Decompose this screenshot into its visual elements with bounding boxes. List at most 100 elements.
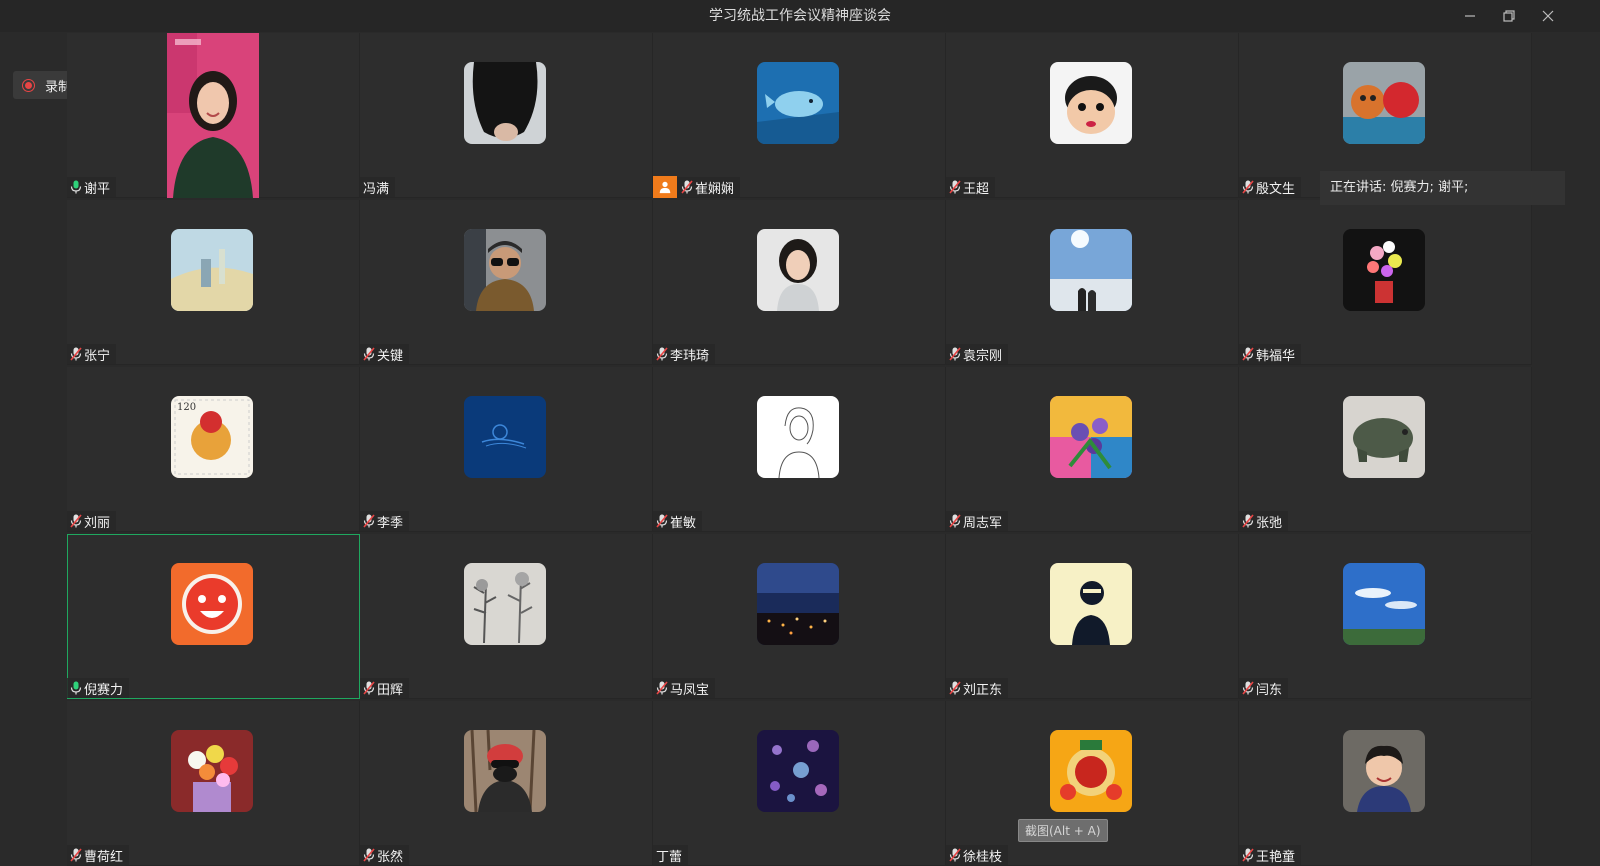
participant-tile[interactable]: 倪赛力	[67, 534, 360, 699]
participant-name: 张然	[377, 849, 404, 865]
speaking-indicator: 正在讲话: 倪赛力; 谢平;	[1320, 171, 1565, 205]
participant-tile[interactable]: 李季	[360, 367, 653, 532]
raise-hand-icon[interactable]	[653, 176, 677, 198]
participant-name: 闫东	[1256, 682, 1283, 698]
participant-nametag: 殷文生	[1239, 177, 1302, 197]
participant-nametag: 李玮琦	[653, 344, 716, 364]
close-icon	[1542, 10, 1554, 22]
participant-name: 徐桂枝	[963, 849, 1003, 865]
participant-nametag: 刘丽	[67, 511, 117, 531]
participant-tile[interactable]: 张弛	[1239, 367, 1532, 532]
participant-name: 冯满	[363, 181, 390, 197]
participant-avatar	[1050, 229, 1132, 311]
title-bar: 学习统战工作会议精神座谈会	[0, 0, 1600, 32]
participant-tile[interactable]: 田辉	[360, 534, 653, 699]
participant-tile[interactable]: 马凤宝	[653, 534, 946, 699]
mic-muted-icon	[949, 180, 961, 194]
participant-name: 张宁	[84, 348, 111, 364]
participant-nametag: 崔娴娴	[653, 176, 741, 198]
restore-icon	[1503, 10, 1515, 22]
participant-nametag: 马凤宝	[653, 678, 716, 698]
participant-avatar	[464, 563, 546, 645]
participant-nametag: 王超	[946, 177, 996, 197]
participant-nametag: 张宁	[67, 344, 117, 364]
participant-tile[interactable]: 曹荷红	[67, 701, 360, 866]
participant-nametag: 王艳童	[1239, 845, 1302, 865]
participant-tile[interactable]: 刘正东	[946, 534, 1239, 699]
participant-avatar	[757, 396, 839, 478]
participant-avatar	[1050, 62, 1132, 144]
participant-name: 韩福华	[1256, 348, 1296, 364]
participant-nametag: 袁宗刚	[946, 344, 1009, 364]
video-feed	[167, 33, 259, 198]
participant-name: 李季	[377, 515, 404, 531]
participant-name: 丁蕾	[656, 849, 683, 865]
participant-nametag: 曹荷红	[67, 845, 130, 865]
participant-nametag: 关键	[360, 344, 410, 364]
participant-name: 田辉	[377, 682, 404, 698]
mic-muted-icon	[363, 347, 375, 361]
participant-avatar	[1343, 62, 1425, 144]
restore-button[interactable]	[1497, 4, 1521, 28]
participant-tile[interactable]: 王艳童	[1239, 701, 1532, 866]
participant-avatar	[757, 62, 839, 144]
mic-muted-icon	[656, 514, 668, 528]
participant-tile[interactable]: 120 刘丽	[67, 367, 360, 532]
participant-name: 王艳童	[1256, 849, 1296, 865]
participant-tile[interactable]: 李玮琦	[653, 200, 946, 365]
participant-name: 李玮琦	[670, 348, 710, 364]
participant-name: 刘丽	[84, 515, 111, 531]
participant-avatar: 120	[171, 396, 253, 478]
participant-tile[interactable]: 冯满	[360, 33, 653, 198]
mic-muted-icon	[70, 514, 82, 528]
participant-nametag: 谢平	[67, 177, 117, 197]
record-icon	[22, 78, 35, 92]
participant-avatar	[464, 730, 546, 812]
participant-nametag: 刘正东	[946, 678, 1009, 698]
participant-name: 倪赛力	[84, 682, 124, 698]
mic-muted-icon	[681, 180, 693, 194]
mic-muted-icon	[1242, 180, 1254, 194]
participant-avatar	[1343, 563, 1425, 645]
mic-muted-icon	[656, 347, 668, 361]
mic-muted-icon	[949, 347, 961, 361]
participant-tile[interactable]: 崔娴娴	[653, 33, 946, 198]
participant-grid: 谢平 冯满 崔娴娴 王超 殷文生张宁 关键 李玮琦 袁宗刚 韩福华 120 刘丽 李季 崔敏 周志军 张弛倪…	[67, 33, 1532, 866]
participant-nametag: 崔敏	[653, 511, 703, 531]
video-feed-container	[167, 33, 259, 198]
participant-name: 殷文生	[1256, 181, 1296, 197]
participant-name: 关键	[377, 348, 404, 364]
right-margin	[1532, 33, 1600, 860]
close-button[interactable]	[1536, 4, 1560, 28]
participant-tile[interactable]: 谢平	[67, 33, 360, 198]
participant-avatar	[1343, 229, 1425, 311]
participant-tile[interactable]: 闫东	[1239, 534, 1532, 699]
participant-avatar	[464, 396, 546, 478]
participant-tile[interactable]: 丁蕾	[653, 701, 946, 866]
participant-nametag: 倪赛力	[67, 678, 130, 698]
participant-name: 马凤宝	[670, 682, 710, 698]
window-title: 学习统战工作会议精神座谈会	[709, 8, 891, 24]
participant-tile[interactable]: 崔敏	[653, 367, 946, 532]
participant-nametag: 李季	[360, 511, 410, 531]
svg-text:120: 120	[177, 402, 196, 413]
participant-tile[interactable]: 张然	[360, 701, 653, 866]
participant-tile[interactable]: 韩福华	[1239, 200, 1532, 365]
mic-muted-icon	[949, 681, 961, 695]
participant-avatar	[171, 730, 253, 812]
participant-avatar	[171, 229, 253, 311]
participant-tile[interactable]: 王超	[946, 33, 1239, 198]
participant-nametag: 周志军	[946, 511, 1009, 531]
mic-muted-icon	[656, 681, 668, 695]
participant-avatar	[171, 563, 253, 645]
participant-avatar	[757, 730, 839, 812]
participant-nametag: 田辉	[360, 678, 410, 698]
participant-tile[interactable]: 关键	[360, 200, 653, 365]
participant-tile[interactable]: 袁宗刚	[946, 200, 1239, 365]
minimize-button[interactable]	[1458, 4, 1482, 28]
mic-muted-icon	[949, 514, 961, 528]
participant-tile[interactable]: 张宁	[67, 200, 360, 365]
participant-name: 袁宗刚	[963, 348, 1003, 364]
participant-tile[interactable]: 周志军	[946, 367, 1239, 532]
participant-name: 张弛	[1256, 515, 1283, 531]
